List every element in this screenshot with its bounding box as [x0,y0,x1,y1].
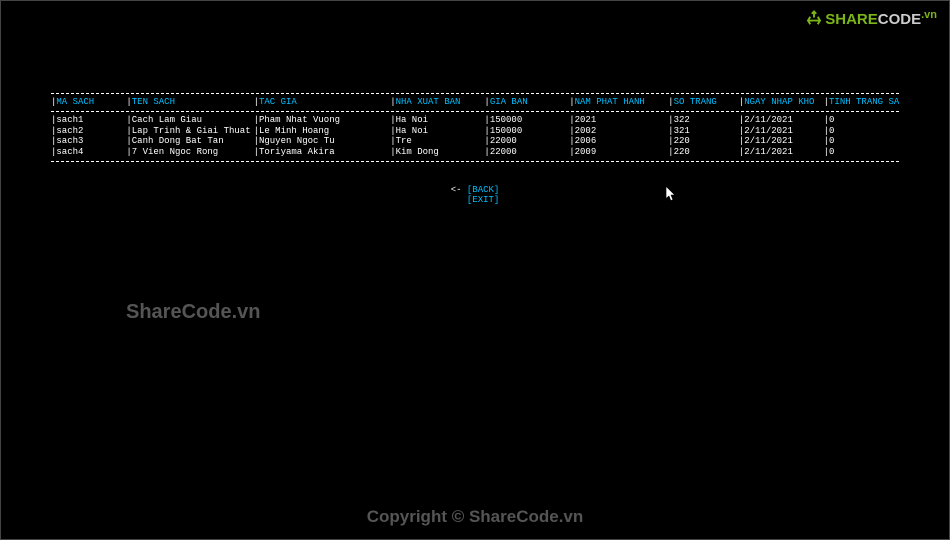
table-row: sach4 7 Vien Ngoc Rong Toriyama Akira Ki… [51,147,899,158]
cell-ten-sach: 7 Vien Ngoc Rong [126,147,253,158]
menu-exit-line[interactable]: [EXIT] [1,195,949,205]
logo-code-text: CODE [878,11,921,28]
cell-tac-gia: Nguyen Ngoc Tu [254,136,391,147]
arrow-spacer [451,195,467,205]
cell-nha-xuat-ban: Tre [390,136,484,147]
header-gia-ban: GIA BAN [484,97,569,108]
arrow-left-icon: <- [451,185,467,195]
copyright-text: Copyright © ShareCode.vn [1,507,949,527]
cell-nha-xuat-ban: Kim Dong [390,147,484,158]
cell-ngay-nhap-kho: 2/11/2021 [739,147,824,158]
cell-nha-xuat-ban: Ha Noi [390,126,484,137]
cell-so-trang: 220 [668,136,739,147]
cell-ten-sach: Canh Dong Bat Tan [126,136,253,147]
table-row: sach2 Lap Trinh & Giai Thuat Le Minh Hoa… [51,126,899,137]
cell-gia-ban: 150000 [484,126,569,137]
back-button[interactable]: [BACK] [467,185,499,195]
cell-ma-sach: sach2 [51,126,126,137]
header-nam-phat-hanh: NAM PHAT HANH [569,97,668,108]
book-table: MA SACH TEN SACH TAC GIA NHA XUAT BAN GI… [51,93,899,162]
cell-tinh-trang-sach: 0 [824,115,899,126]
cell-ten-sach: Cach Lam Giau [126,115,253,126]
cell-ten-sach: Lap Trinh & Giai Thuat [126,126,253,137]
table-header-divider [51,111,899,112]
header-so-trang: SO TRANG [668,97,739,108]
header-ngay-nhap-kho: NGAY NHAP KHO [739,97,824,108]
cell-ma-sach: sach4 [51,147,126,158]
cell-nam-phat-hanh: 2006 [569,136,668,147]
logo-vn-text: .vn [921,9,937,21]
header-nha-xuat-ban: NHA XUAT BAN [390,97,484,108]
cell-tac-gia: Pham Nhat Vuong [254,115,391,126]
navigation-menu: <- [BACK] [EXIT] [1,185,949,205]
header-tac-gia: TAC GIA [254,97,391,108]
cell-tac-gia: Toriyama Akira [254,147,391,158]
exit-button[interactable]: [EXIT] [467,195,499,205]
cell-ma-sach: sach1 [51,115,126,126]
sharecode-logo: SHARECODE.vn [805,9,937,28]
cell-tac-gia: Le Minh Hoang [254,126,391,137]
table-row: sach3 Canh Dong Bat Tan Nguyen Ngoc Tu T… [51,136,899,147]
cell-ngay-nhap-kho: 2/11/2021 [739,115,824,126]
cell-tinh-trang-sach: 0 [824,147,899,158]
watermark-text: ShareCode.vn [126,301,260,324]
cell-so-trang: 322 [668,115,739,126]
table-border-bottom [51,161,899,162]
cell-tinh-trang-sach: 0 [824,136,899,147]
header-ma-sach: MA SACH [51,97,126,108]
cell-tinh-trang-sach: 0 [824,126,899,137]
table-border-top [51,93,899,94]
cell-nam-phat-hanh: 2021 [569,115,668,126]
recycle-icon [805,10,823,28]
cell-nam-phat-hanh: 2002 [569,126,668,137]
cell-ngay-nhap-kho: 2/11/2021 [739,126,824,137]
cell-gia-ban: 22000 [484,147,569,158]
logo-share-text: SHARE [825,11,878,28]
cell-ma-sach: sach3 [51,136,126,147]
table-header-row: MA SACH TEN SACH TAC GIA NHA XUAT BAN GI… [51,97,899,108]
cell-so-trang: 321 [668,126,739,137]
table-row: sach1 Cach Lam Giau Pham Nhat Vuong Ha N… [51,115,899,126]
header-tinh-trang-sach: TINH TRANG SACH [824,97,899,108]
cell-ngay-nhap-kho: 2/11/2021 [739,136,824,147]
cell-nam-phat-hanh: 2009 [569,147,668,158]
menu-back-line[interactable]: <- [BACK] [1,185,949,195]
cell-gia-ban: 22000 [484,136,569,147]
cell-so-trang: 220 [668,147,739,158]
cell-gia-ban: 150000 [484,115,569,126]
header-ten-sach: TEN SACH [126,97,253,108]
cell-nha-xuat-ban: Ha Noi [390,115,484,126]
